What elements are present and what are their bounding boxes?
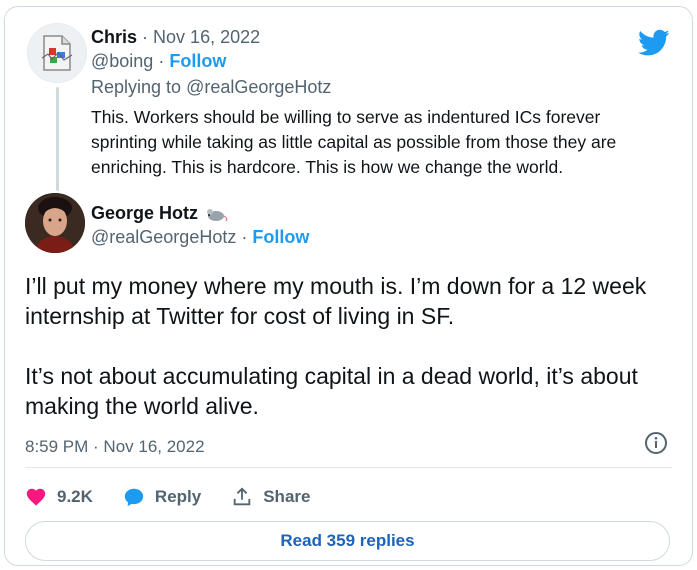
parent-handle-row: @boing · Follow [91, 51, 226, 72]
info-icon[interactable] [644, 431, 668, 455]
avatar-portrait [25, 193, 85, 253]
read-replies-button[interactable]: Read 359 replies [25, 521, 670, 561]
tweet-timestamp[interactable]: 8:59 PM · Nov 16, 2022 [25, 437, 205, 457]
reply-label: Reply [154, 487, 202, 506]
main-handle-row: @realGeorgeHotz · Follow [91, 227, 309, 248]
parent-header: Chris · Nov 16, 2022 [91, 27, 260, 48]
separator-dot: · [158, 51, 165, 71]
tweet-embed-card: Chris · Nov 16, 2022 @boing · Follow Rep… [4, 6, 693, 566]
main-name-row: George Hotz [91, 203, 228, 224]
parent-author-name[interactable]: Chris [91, 27, 137, 47]
action-bar: 9.2K Reply Share [25, 481, 340, 513]
replying-to-handle[interactable]: @realGeorgeHotz [186, 77, 331, 97]
divider [25, 467, 672, 468]
broken-image-icon [41, 35, 73, 71]
parent-tweet-text: This. Workers should be willing to serve… [91, 107, 617, 177]
separator-dot: · [142, 27, 149, 47]
replying-prefix: Replying to [91, 77, 182, 97]
parent-avatar[interactable] [27, 23, 87, 83]
replying-to-line: Replying to @realGeorgeHotz [91, 77, 331, 98]
share-button[interactable]: Share [231, 486, 310, 508]
main-tweet-paragraph: I’ll put my money where my mouth is. I’m… [25, 273, 647, 329]
main-tweet-paragraph: It’s not about accumulating capital in a… [25, 363, 638, 419]
reply-button[interactable]: Reply [123, 486, 201, 508]
heart-icon [26, 488, 46, 506]
main-tweet-text: I’ll put my money where my mouth is. I’m… [25, 271, 675, 421]
like-button[interactable]: 9.2K [25, 486, 93, 508]
main-follow-link[interactable]: Follow [252, 227, 309, 247]
like-count: 9.2K [57, 487, 93, 506]
parent-follow-link[interactable]: Follow [169, 51, 226, 71]
share-icon [233, 487, 251, 506]
main-handle[interactable]: @realGeorgeHotz [91, 227, 236, 247]
share-label: Share [263, 487, 311, 506]
rat-emoji-icon [207, 208, 228, 221]
parent-date[interactable]: Nov 16, 2022 [153, 27, 260, 47]
reply-bubble-icon [124, 488, 144, 507]
twitter-bird-icon[interactable] [638, 29, 670, 57]
separator-dot: · [241, 227, 248, 247]
thread-connector-line [56, 87, 59, 191]
main-author-name[interactable]: George Hotz [91, 203, 198, 224]
parent-handle[interactable]: @boing [91, 51, 153, 71]
main-avatar[interactable] [25, 193, 85, 253]
